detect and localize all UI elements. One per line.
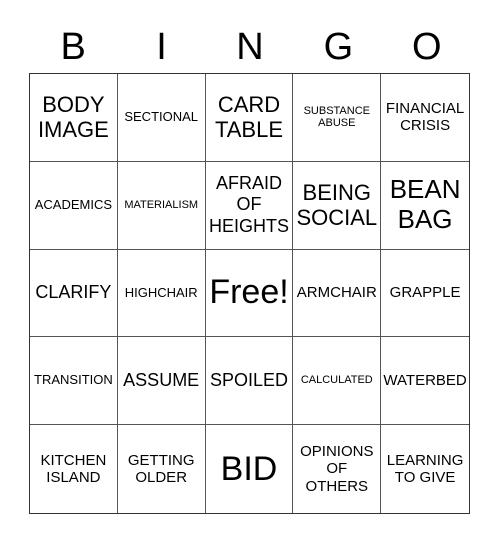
bingo-cell[interactable]: OPINIONS OF OTHERS: [293, 425, 382, 513]
bingo-cell[interactable]: SPOILED: [205, 337, 294, 426]
bingo-cell[interactable]: BODY IMAGE: [30, 74, 118, 162]
bingo-cell[interactable]: FINANCIAL CRISIS: [381, 74, 469, 162]
bingo-cell[interactable]: HIGHCHAIR: [117, 249, 206, 338]
bingo-cell[interactable]: AFRAID OF HEIGHTS: [205, 161, 294, 250]
bingo-cell[interactable]: LEARNING TO GIVE: [381, 425, 469, 513]
bingo-cell[interactable]: ACADEMICS: [30, 161, 118, 250]
bingo-cell[interactable]: SECTIONAL: [117, 74, 206, 162]
bingo-cell[interactable]: BID: [206, 425, 294, 513]
header-letter-g: G: [323, 26, 354, 68]
bingo-cell[interactable]: CLARIFY: [30, 249, 118, 338]
header-letter-i: I: [156, 26, 167, 68]
bingo-cell[interactable]: ASSUME: [117, 337, 206, 426]
header-letter-o: O: [411, 26, 442, 68]
bingo-cell[interactable]: CALCULATED: [293, 337, 382, 426]
bingo-cell[interactable]: SUBSTANCE ABUSE: [293, 74, 382, 162]
bingo-cell[interactable]: MATERIALISM: [117, 161, 206, 250]
bingo-cell[interactable]: GETTING OLDER: [118, 425, 206, 513]
bingo-cell[interactable]: ARMCHAIR: [293, 249, 382, 338]
free-space-cell[interactable]: Free!: [205, 249, 294, 338]
bingo-cell[interactable]: WATERBED: [381, 337, 469, 426]
header-letter-b: B: [60, 26, 86, 68]
bingo-cell[interactable]: CARD TABLE: [205, 74, 294, 162]
bingo-cell[interactable]: BEAN BAG: [381, 162, 469, 250]
bingo-cell[interactable]: TRANSITION: [30, 337, 118, 426]
header-letter-n: N: [236, 26, 264, 68]
bingo-cell[interactable]: KITCHEN ISLAND: [30, 425, 118, 513]
bingo-card-grid: BODY IMAGE SECTIONAL CARD TABLE SUBSTANC…: [29, 73, 470, 514]
bingo-header: B I N G O: [29, 22, 471, 72]
bingo-cell[interactable]: BEING SOCIAL: [293, 161, 382, 250]
bingo-cell[interactable]: GRAPPLE: [381, 250, 469, 338]
